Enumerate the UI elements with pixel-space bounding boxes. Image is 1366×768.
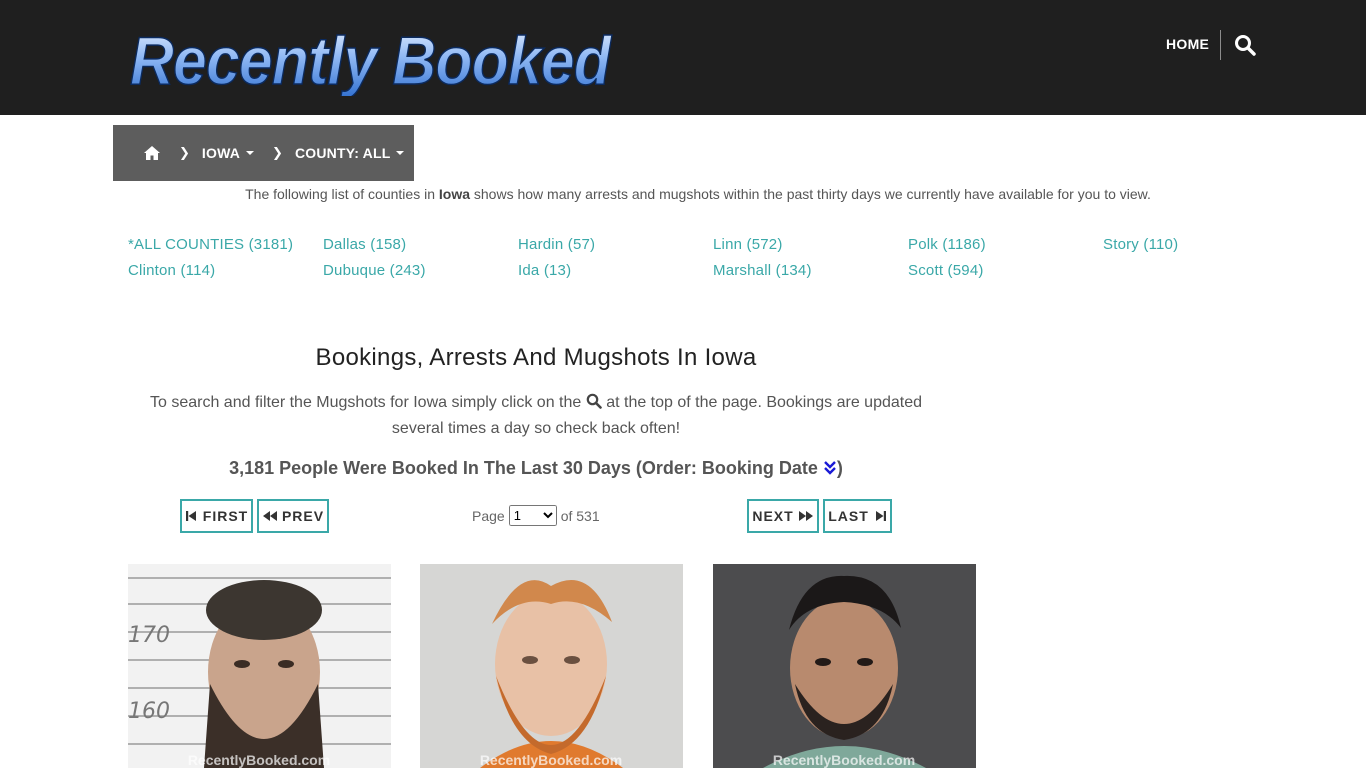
site-header: Recently Booked HOME bbox=[0, 0, 1366, 115]
chevron-right-icon: ❯ bbox=[272, 145, 283, 160]
mugshot-card[interactable]: RecentlyBooked.com bbox=[713, 564, 976, 768]
nav-home-link[interactable]: HOME bbox=[1166, 36, 1209, 52]
page-label: Page bbox=[472, 507, 505, 524]
search-instructions: To search and filter the Mugshots for Io… bbox=[128, 390, 944, 442]
intro-state: Iowa bbox=[438, 186, 470, 202]
intro-text: The following list of counties in Iowa s… bbox=[0, 186, 1366, 202]
county-link-scott[interactable]: Scott (594) bbox=[908, 262, 984, 279]
last-page-button[interactable]: LAST bbox=[823, 499, 892, 533]
county-link-marshall[interactable]: Marshall (134) bbox=[713, 262, 812, 279]
search-icon bbox=[586, 392, 602, 409]
page-title: Bookings, Arrests And Mugshots In Iowa bbox=[315, 344, 757, 371]
mugshot-card[interactable]: 170 160 RecentlyBooked.com bbox=[128, 564, 391, 768]
breadcrumb-county-label: COUNTY: ALL bbox=[294, 145, 391, 161]
breadcrumb-state-dropdown[interactable]: IOWA bbox=[201, 145, 255, 161]
county-link-all[interactable]: *ALL COUNTIES (3181) bbox=[128, 236, 293, 253]
booked-count-text: 3,181 People Were Booked In The Last 30 … bbox=[229, 458, 818, 478]
page-select[interactable]: 1 bbox=[508, 505, 557, 526]
desc-before: To search and filter the Mugshots for Io… bbox=[149, 394, 582, 411]
county-link-linn[interactable]: Linn (572) bbox=[713, 236, 783, 253]
mugshot-image: RecentlyBooked.com bbox=[713, 564, 976, 768]
forward-icon bbox=[798, 511, 813, 521]
county-link-ida[interactable]: Ida (13) bbox=[518, 262, 571, 279]
first-page-label: FIRST bbox=[202, 508, 249, 524]
first-page-icon bbox=[185, 511, 196, 521]
county-link-dubuque[interactable]: Dubuque (243) bbox=[323, 262, 426, 279]
last-page-label: LAST bbox=[828, 508, 869, 524]
county-link-story[interactable]: Story (110) bbox=[1103, 236, 1178, 253]
mugshot-image: RecentlyBooked.com bbox=[420, 564, 683, 768]
svg-text:160: 160 bbox=[128, 699, 170, 724]
home-icon[interactable] bbox=[143, 145, 161, 161]
backward-icon bbox=[262, 511, 277, 521]
mugshot-image: 170 160 RecentlyBooked.com bbox=[128, 564, 391, 768]
nav-divider bbox=[1220, 30, 1221, 60]
breadcrumb-state-label: IOWA bbox=[201, 145, 241, 161]
search-icon[interactable] bbox=[1234, 34, 1256, 56]
booked-count-close: ) bbox=[836, 458, 843, 478]
intro-before: The following list of counties in bbox=[245, 186, 439, 202]
svg-text:RecentlyBooked.com: RecentlyBooked.com bbox=[480, 752, 622, 768]
prev-page-button[interactable]: PREV bbox=[257, 499, 329, 533]
sort-order-icon[interactable] bbox=[823, 460, 837, 476]
intro-after: shows how many arrests and mugshots with… bbox=[470, 186, 1151, 202]
last-page-icon bbox=[875, 511, 886, 521]
svg-text:Recently Booked: Recently Booked bbox=[130, 23, 612, 96]
county-link-clinton[interactable]: Clinton (114) bbox=[128, 262, 215, 279]
next-page-label: NEXT bbox=[752, 508, 794, 524]
county-link-hardin[interactable]: Hardin (57) bbox=[518, 236, 595, 253]
chevron-right-icon: ❯ bbox=[179, 145, 190, 160]
svg-text:RecentlyBooked.com: RecentlyBooked.com bbox=[773, 752, 915, 768]
prev-page-label: PREV bbox=[281, 508, 325, 524]
breadcrumb: ❯ IOWA ❯ COUNTY: ALL bbox=[113, 125, 414, 181]
breadcrumb-county-dropdown[interactable]: COUNTY: ALL bbox=[295, 145, 405, 161]
page-selector: Page 1 of 531 bbox=[472, 505, 600, 526]
county-link-dallas[interactable]: Dallas (158) bbox=[323, 236, 406, 253]
next-page-button[interactable]: NEXT bbox=[747, 499, 819, 533]
svg-text:170: 170 bbox=[128, 623, 170, 648]
caret-down-icon bbox=[396, 151, 405, 155]
svg-text:RecentlyBooked.com: RecentlyBooked.com bbox=[188, 752, 330, 768]
page-total: of 531 bbox=[560, 507, 600, 524]
booked-count: 3,181 People Were Booked In The Last 30 … bbox=[128, 458, 944, 479]
caret-down-icon bbox=[246, 151, 255, 155]
mugshot-card[interactable]: RecentlyBooked.com bbox=[420, 564, 683, 768]
site-logo[interactable]: Recently Booked bbox=[126, 18, 616, 96]
first-page-button[interactable]: FIRST bbox=[180, 499, 253, 533]
county-link-polk[interactable]: Polk (1186) bbox=[908, 236, 986, 253]
